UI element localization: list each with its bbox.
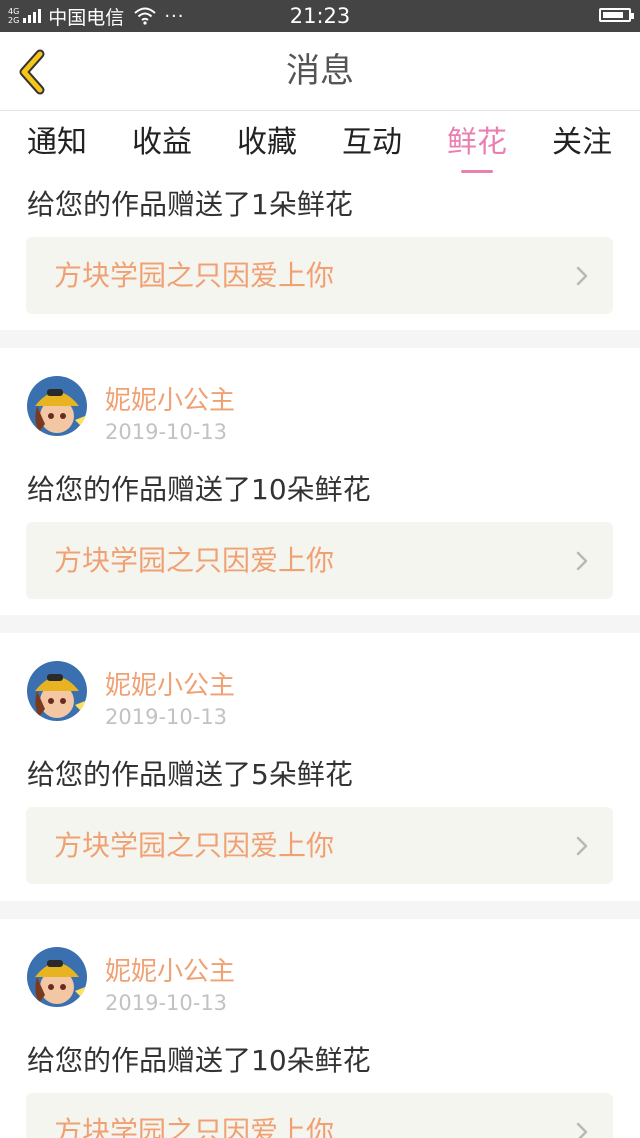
work-title: 方块学园之只因爱上你 [54, 829, 335, 862]
user-avatar[interactable] [27, 661, 87, 721]
status-bar: 4G 2G 中国电信 ··· 21:23 [0, 0, 640, 32]
message-text: 给您的作品赠送了10朵鲜花 [27, 473, 371, 506]
tab-notifications[interactable]: 通知 [4, 111, 110, 177]
nav-bar: 消息 [0, 32, 640, 111]
message-date: 2019-10-13 [105, 991, 228, 1015]
message-list[interactable]: 给您的作品赠送了1朵鲜花 方块学园之只因爱上你 妮妮小公主 2019-10-13… [0, 177, 640, 1138]
battery-icon [599, 8, 634, 22]
status-time: 21:23 [289, 4, 351, 28]
tab-label: 通知 [27, 125, 87, 160]
avatar-image [27, 376, 87, 436]
message-card: 妮妮小公主 2019-10-13 给您的作品赠送了10朵鲜花 方块学园之只因爱上… [0, 348, 640, 615]
work-title: 方块学园之只因爱上你 [54, 544, 335, 577]
work-link[interactable]: 方块学园之只因爱上你 [26, 1093, 613, 1138]
back-button[interactable] [14, 48, 58, 96]
message-text: 给您的作品赠送了10朵鲜花 [27, 1044, 371, 1077]
message-date: 2019-10-13 [105, 420, 228, 444]
avatar-image [27, 947, 87, 1007]
work-title: 方块学园之只因爱上你 [54, 259, 335, 292]
chevron-right-icon [576, 836, 588, 856]
username[interactable]: 妮妮小公主 [105, 665, 235, 702]
tab-bar: 通知 收益 收藏 互动 鲜花 关注 [0, 111, 640, 177]
chevron-right-icon [576, 551, 588, 571]
work-title: 方块学园之只因爱上你 [54, 1115, 335, 1138]
tab-label: 收藏 [237, 125, 297, 160]
battery-level [603, 12, 623, 18]
chevron-right-icon [576, 266, 588, 286]
username[interactable]: 妮妮小公主 [105, 951, 235, 988]
work-link[interactable]: 方块学园之只因爱上你 [26, 522, 613, 599]
work-link[interactable]: 方块学园之只因爱上你 [26, 237, 613, 314]
page-title: 消息 [286, 51, 354, 91]
user-avatar[interactable] [27, 947, 87, 1007]
message-card: 妮妮小公主 2019-10-13 给您的作品赠送了10朵鲜花 方块学园之只因爱上… [0, 919, 640, 1138]
chevron-right-icon [576, 1122, 588, 1138]
tab-label: 互动 [342, 125, 402, 160]
avatar-image [27, 661, 87, 721]
tab-earnings[interactable]: 收益 [109, 111, 215, 177]
message-text: 给您的作品赠送了5朵鲜花 [27, 758, 353, 791]
user-avatar[interactable] [27, 376, 87, 436]
tab-label: 关注 [552, 125, 612, 160]
message-date: 2019-10-13 [105, 705, 228, 729]
tab-interactions[interactable]: 互动 [319, 111, 425, 177]
message-card: 妮妮小公主 2019-10-13 给您的作品赠送了5朵鲜花 方块学园之只因爱上你 [0, 633, 640, 901]
tab-flowers[interactable]: 鲜花 [424, 111, 530, 177]
tab-favorites[interactable]: 收藏 [214, 111, 320, 177]
tab-label: 收益 [132, 125, 192, 160]
active-tab-indicator [461, 170, 493, 173]
chevron-left-icon [19, 49, 45, 95]
tab-label: 鲜花 [447, 125, 507, 160]
username[interactable]: 妮妮小公主 [105, 380, 235, 417]
message-card: 给您的作品赠送了1朵鲜花 方块学园之只因爱上你 [0, 177, 640, 330]
message-text: 给您的作品赠送了1朵鲜花 [27, 188, 353, 221]
work-link[interactable]: 方块学园之只因爱上你 [26, 807, 613, 884]
tab-following[interactable]: 关注 [529, 111, 635, 177]
